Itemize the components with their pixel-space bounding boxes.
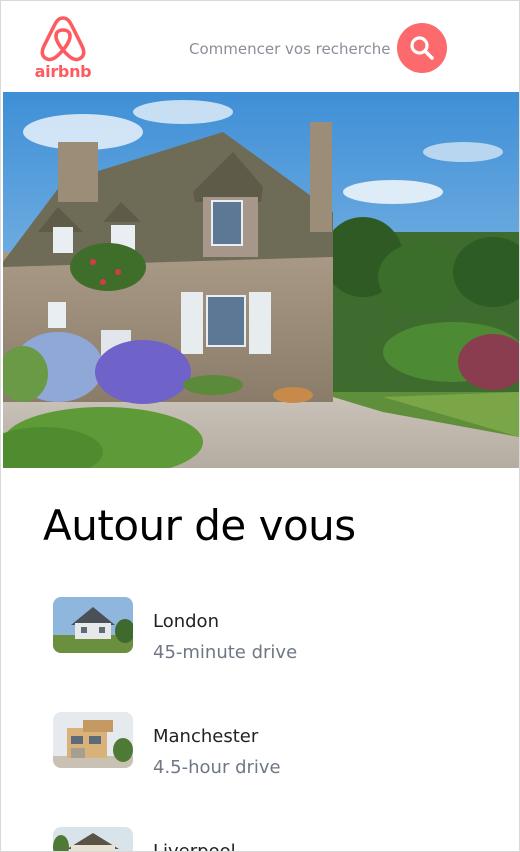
section-title: Autour de vous <box>43 501 356 550</box>
airbnb-logo[interactable]: airbnb <box>33 15 93 81</box>
hero-image <box>3 92 519 468</box>
place-name: Manchester <box>153 726 259 747</box>
place-name: Liverpool <box>153 841 236 852</box>
place-name: London <box>153 611 219 632</box>
app-frame: airbnb Commencer vos recherche Autour de… <box>0 0 520 852</box>
header: airbnb <box>1 1 519 92</box>
search-button[interactable] <box>397 23 447 73</box>
list-item-manchester[interactable]: Manchester 4.5-hour drive <box>53 712 473 778</box>
place-drive-time: 45-minute drive <box>153 642 298 663</box>
list-item-london[interactable]: London 45-minute drive <box>53 597 473 663</box>
thumbnail-image <box>53 827 133 851</box>
thumbnail-image <box>53 597 133 653</box>
thumbnail-image <box>53 712 133 768</box>
list-item-liverpool[interactable]: Liverpool <box>53 827 473 852</box>
brand-name: airbnb <box>34 62 92 81</box>
airbnb-logo-icon <box>40 16 86 62</box>
search-input[interactable] <box>181 35 395 63</box>
search-icon <box>410 36 434 60</box>
place-drive-time: 4.5-hour drive <box>153 757 281 778</box>
